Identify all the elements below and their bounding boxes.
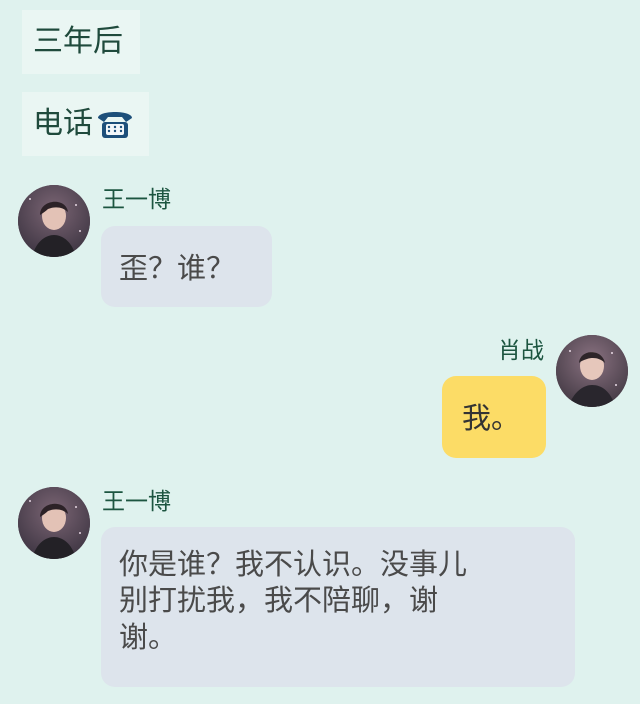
message-bubble: 我。 — [442, 376, 546, 458]
time-note-text: 三年后 — [33, 24, 123, 59]
avatar[interactable] — [556, 335, 628, 407]
telephone-icon — [95, 107, 135, 141]
call-note: 电话 — [22, 92, 149, 156]
message-text: 我。 — [462, 401, 521, 435]
message-text: 你是谁？我不认识。没事儿 别打扰我，我不陪聊，谢 谢。 — [119, 547, 468, 654]
message-text: 歪？谁？ — [119, 251, 236, 285]
avatar[interactable] — [18, 487, 90, 559]
message-bubble: 歪？谁？ — [101, 226, 272, 307]
message-bubble: 你是谁？我不认识。没事儿 别打扰我，我不陪聊，谢 谢。 — [101, 527, 575, 687]
sender-name: 王一博 — [102, 489, 171, 515]
time-note: 三年后 — [22, 10, 140, 74]
avatar[interactable] — [18, 185, 90, 257]
sender-name: 王一博 — [102, 187, 171, 213]
call-note-text: 电话 — [33, 106, 93, 141]
sender-name: 肖战 — [498, 338, 544, 364]
